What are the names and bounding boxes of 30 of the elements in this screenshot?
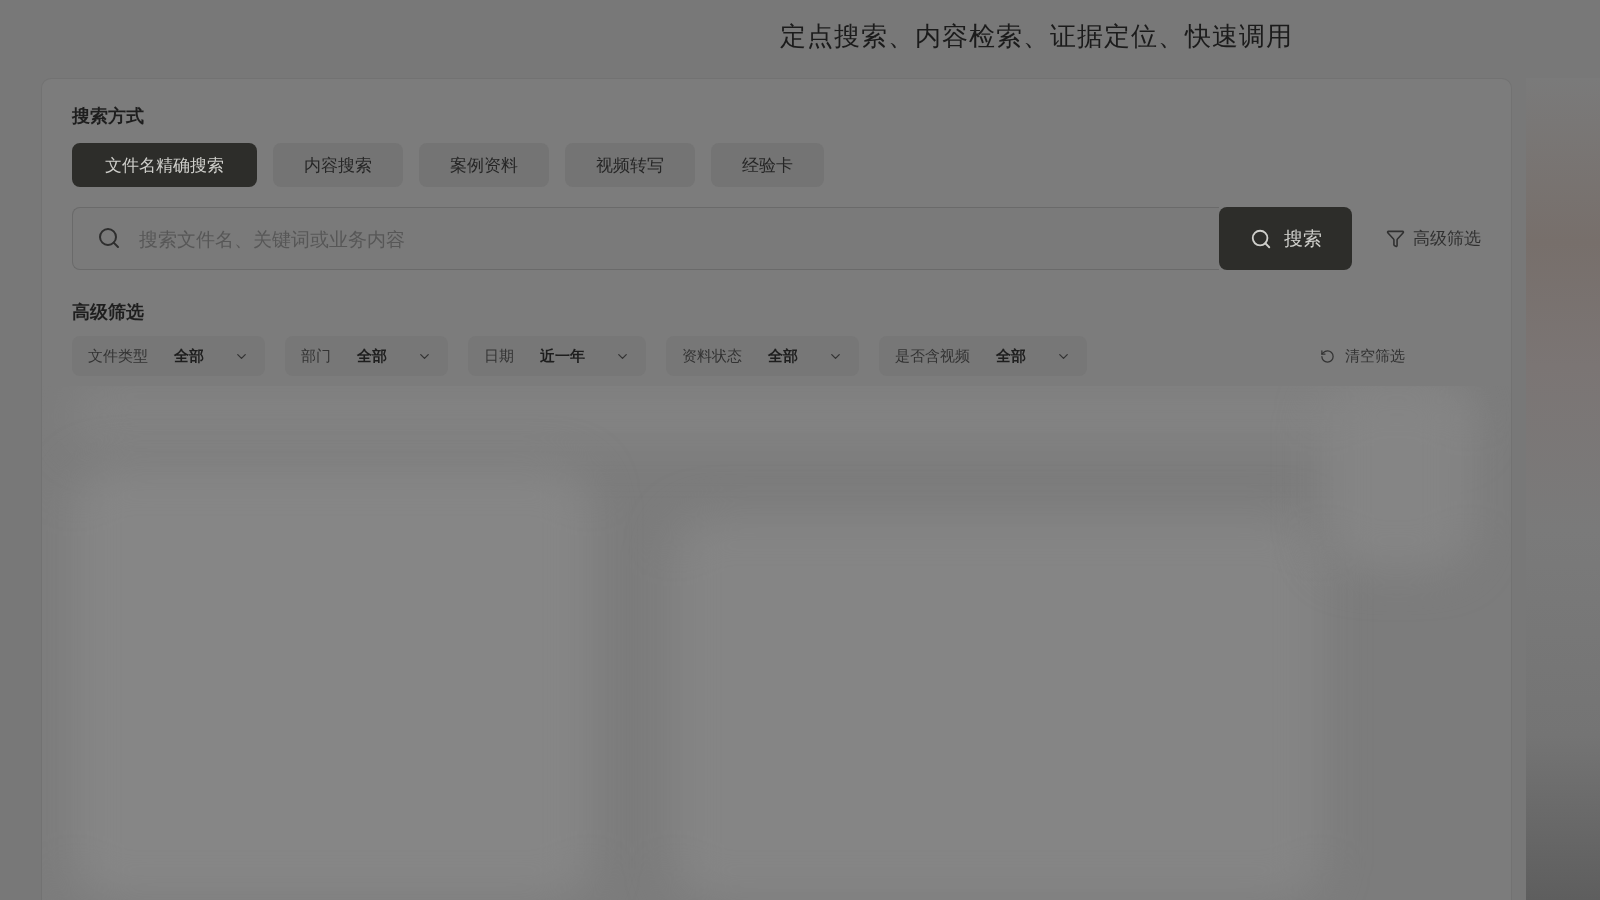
filter-value: 全部: [357, 346, 387, 366]
filter-dropdown[interactable]: 是否含视频 全部: [879, 336, 1087, 376]
funnel-icon: [1386, 229, 1405, 248]
search-mode-tab[interactable]: 经验卡: [711, 143, 824, 187]
search-mode-tab[interactable]: 视频转写: [565, 143, 695, 187]
section-title: 高级筛选: [72, 300, 145, 324]
filter-dropdown[interactable]: 文件类型 全部: [72, 336, 265, 376]
search-icon: [1249, 227, 1272, 250]
search-mode-tab[interactable]: 文件名精确搜索: [72, 143, 257, 187]
clear-filters-button[interactable]: 清空筛选: [1314, 345, 1411, 367]
search-mode-tab[interactable]: 案例资料: [419, 143, 549, 187]
search-icon: [97, 226, 121, 250]
filter-value: 全部: [174, 346, 204, 366]
refresh-icon: [1320, 348, 1335, 364]
search-button[interactable]: 搜索: [1219, 207, 1352, 270]
filter-label: 日期: [484, 346, 514, 366]
hero-subtitle: 定点搜索、内容检索、证据定位、快速调用: [780, 20, 1293, 53]
search-mode-tab[interactable]: 内容搜索: [273, 143, 403, 187]
filter-value: 近一年: [540, 346, 585, 366]
filter-label: 资料状态: [682, 346, 742, 366]
advanced-filter-link[interactable]: 高级筛选: [1386, 227, 1481, 250]
filter-dropdown[interactable]: 资料状态 全部: [666, 336, 859, 376]
filter-dropdown[interactable]: 部门 全部: [285, 336, 448, 376]
filter-label: 部门: [301, 346, 331, 366]
filter-dropdown[interactable]: 日期 近一年: [468, 336, 646, 376]
filter-label: 是否含视频: [895, 346, 970, 366]
filter-label: 文件类型: [88, 346, 148, 366]
filter-value: 全部: [996, 346, 1026, 366]
filter-value: 全部: [768, 346, 798, 366]
section-title: 搜索方式: [72, 104, 145, 128]
